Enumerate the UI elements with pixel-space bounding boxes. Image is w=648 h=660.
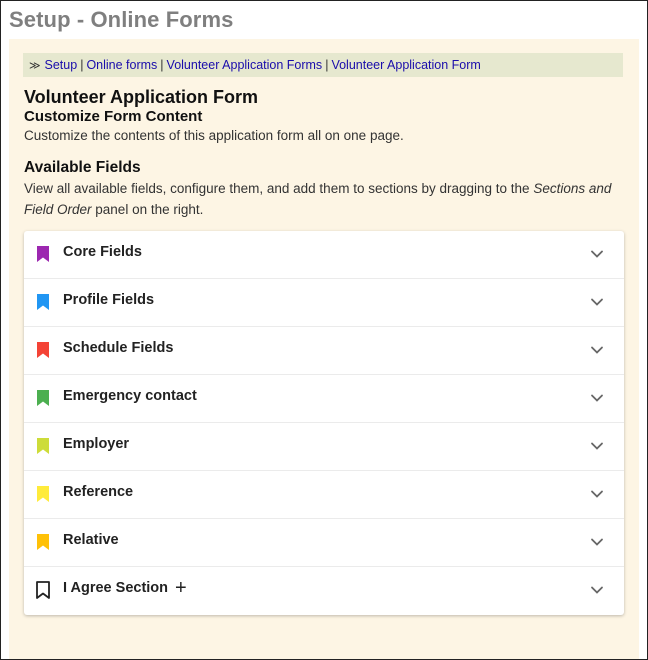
section-label-text: Employer: [63, 436, 130, 452]
breadcrumb-chevrons-icon: ≫: [29, 60, 41, 72]
page-title: Setup - Online Forms: [9, 7, 234, 32]
section-label-text: I Agree Section: [63, 580, 169, 596]
bookmark-outline-icon: [36, 581, 50, 599]
plus-icon[interactable]: +: [175, 578, 187, 598]
section-label: Profile Fields: [63, 292, 154, 308]
bookmark-icon: [37, 390, 49, 406]
section-label-text: Emergency contact: [63, 388, 197, 404]
content-panel: ≫ Setup | Online forms | Volunteer Applicatio…: [9, 39, 639, 659]
section-label: Emergency contact: [63, 388, 197, 404]
window-frame: Setup - Online Forms ≫ Setup | Online forms…: [0, 0, 648, 660]
chevron-down-icon[interactable]: [590, 585, 604, 595]
section-label-text: Profile Fields: [63, 292, 155, 308]
section-item-relative[interactable]: Relative: [24, 519, 624, 567]
chevron-down-icon[interactable]: [590, 537, 604, 547]
field-sections-list: Core Fields Profile Fields Schedule Fields…: [24, 231, 624, 615]
breadcrumb-link-setup[interactable]: Setup: [45, 58, 78, 72]
section-label: Core Fields: [63, 244, 142, 260]
section-item-profile-fields[interactable]: Profile Fields: [24, 279, 624, 327]
bookmark-icon: [37, 534, 49, 550]
section-item-i-agree-section[interactable]: I Agree Section +: [24, 567, 624, 615]
section-label: Relative: [63, 532, 119, 548]
chevron-down-icon[interactable]: [590, 393, 604, 403]
section-label: I Agree Section +: [63, 578, 187, 598]
breadcrumb-link-online-forms[interactable]: Online forms: [86, 58, 157, 72]
section-label-text: Schedule Fields: [63, 340, 174, 356]
section-label: Reference: [63, 484, 133, 500]
section-item-core-fields[interactable]: Core Fields: [24, 231, 624, 279]
section-label: Employer: [63, 436, 129, 452]
breadcrumb: ≫ Setup | Online forms | Volunteer Applicatio…: [23, 53, 623, 77]
breadcrumb-link-volunteer-application-forms[interactable]: Volunteer Application Forms: [167, 58, 323, 72]
description-text: panel on the right.: [91, 201, 204, 217]
section-label-text: Reference: [63, 484, 134, 500]
breadcrumb-divider: |: [325, 58, 329, 72]
bookmark-icon: [37, 294, 49, 310]
section-label-text: Core Fields: [63, 244, 142, 260]
chevron-down-icon[interactable]: [590, 489, 604, 499]
chevron-down-icon[interactable]: [590, 297, 604, 307]
description-text: View all available fields, configure the…: [24, 181, 534, 196]
breadcrumb-divider: |: [160, 58, 164, 72]
available-fields-description: View all available fields, configure the…: [24, 179, 624, 220]
chevron-down-icon[interactable]: [590, 249, 604, 259]
form-title: Volunteer Application Form: [24, 87, 259, 107]
bookmark-icon: [37, 246, 49, 262]
form-subtitle: Customize Form Content: [24, 108, 203, 125]
section-label: Schedule Fields: [63, 340, 173, 356]
section-item-schedule-fields[interactable]: Schedule Fields: [24, 327, 624, 375]
available-fields-heading: Available Fields: [24, 159, 141, 176]
chevron-down-icon[interactable]: [590, 345, 604, 355]
breadcrumb-link-volunteer-application-form[interactable]: Volunteer Application Form: [331, 58, 480, 72]
bookmark-icon: [37, 342, 49, 358]
section-item-emergency-contact[interactable]: Emergency contact: [24, 375, 624, 423]
bookmark-icon: [37, 486, 49, 502]
section-label-text: Relative: [63, 532, 119, 548]
section-item-employer[interactable]: Employer: [24, 423, 624, 471]
breadcrumb-divider: |: [80, 58, 84, 72]
section-item-reference[interactable]: Reference: [24, 471, 624, 519]
chevron-down-icon[interactable]: [590, 441, 604, 451]
bookmark-icon: [37, 438, 49, 454]
form-description: Customize the contents of this applicati…: [24, 128, 404, 143]
